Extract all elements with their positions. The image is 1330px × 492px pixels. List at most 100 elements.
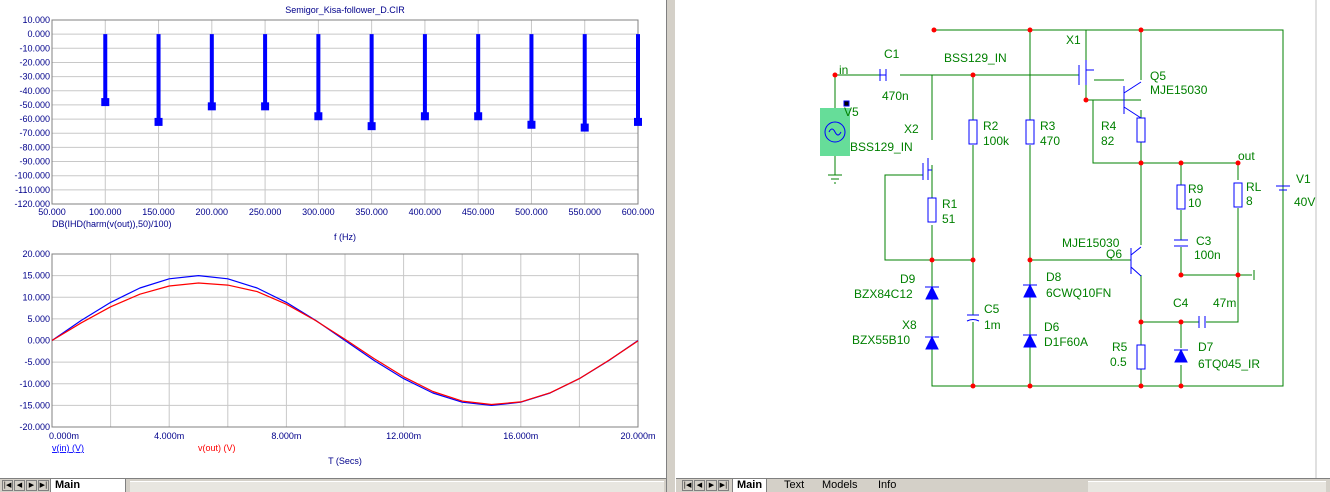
node-dot [1027, 27, 1033, 33]
node-dot [970, 383, 976, 389]
y-tick-label: -20.000 [19, 57, 50, 67]
node-dot [1083, 97, 1089, 103]
label-d9: D9 [900, 272, 916, 286]
harmonic-legend: DB(IHD(harm(v(out)),50)/100) [52, 219, 172, 229]
tab-main[interactable]: Main [732, 479, 768, 492]
next-page-button[interactable]: ▶ [706, 480, 717, 491]
tab-main[interactable]: Main [50, 479, 126, 492]
time-x-label: T (Secs) [328, 456, 362, 466]
x-tick-label: 350.000 [355, 207, 388, 217]
node-dot [1178, 272, 1184, 278]
y-tick-label: 15.000 [22, 271, 50, 281]
label-d8m: 6CWQ10FN [1046, 286, 1111, 300]
zener-d9 [925, 285, 939, 300]
x-tick-label: 8.000m [271, 431, 301, 441]
horizontal-scrollbar[interactable] [130, 481, 664, 492]
label-r3v: 470 [1040, 134, 1060, 148]
label-r5: R5 [1112, 340, 1128, 354]
x-tick-label: 500.000 [515, 207, 548, 217]
node-dot [1027, 257, 1033, 263]
y-tick-label: -70.000 [19, 128, 50, 138]
node-dot [1178, 319, 1184, 325]
label-q5: Q5 [1150, 69, 1166, 83]
harmonic-marker [474, 112, 483, 121]
harmonic-marker [367, 122, 376, 131]
harmonic-marker [154, 117, 163, 126]
label-v1v: 40V [1294, 195, 1315, 209]
right-tab-bar: |◀ ◀ ▶ ▶| Main Text Models Info [676, 478, 1330, 492]
capacitor-c5 [966, 314, 980, 322]
node-dot [832, 72, 838, 78]
y-tick-label: 20.000 [22, 249, 50, 259]
schematic-canvas[interactable]: inC1470nBSS129_INX1Q5MJE15030V5X2BSS129_… [676, 0, 1330, 478]
label-q6m: MJE15030 [1062, 236, 1120, 250]
transistor-q6 [1130, 246, 1142, 277]
x-tick-label: 200.000 [196, 207, 229, 217]
last-page-button[interactable]: ▶| [38, 480, 49, 491]
y-tick-label: -15.000 [19, 400, 50, 410]
pane-splitter[interactable] [666, 0, 676, 492]
diode-d7 [1174, 348, 1188, 363]
analysis-plots: Semigor_Kisa-follower_D.CIR 10.000 0.000 -… [14, 5, 655, 466]
x-tick-label: 600.000 [622, 207, 655, 217]
tab-info[interactable]: Info [874, 479, 900, 492]
transient-plot[interactable]: 20.000 15.000 10.000 5.000 0.000 -5.000 -10.00… [19, 249, 655, 441]
y-tick-label: 10.000 [22, 292, 50, 302]
analysis-plot-window[interactable]: Semigor_Kisa-follower_D.CIR 10.000 0.000 -… [0, 0, 666, 478]
label-d6: D6 [1044, 320, 1060, 334]
y-tick-label: -10.000 [19, 379, 50, 389]
y-tick-label: -30.000 [19, 72, 50, 82]
label-x2m: BSS129_IN [850, 140, 913, 154]
label-r1: R1 [942, 197, 958, 211]
harmonic-distortion-plot[interactable]: 10.000 0.000 -10.000 -20.000 -30.000 -40.000 -… [14, 15, 654, 217]
tab-text[interactable]: Text [780, 479, 808, 492]
harmonic-marker [580, 123, 589, 132]
next-page-button[interactable]: ▶ [26, 480, 37, 491]
horizontal-scrollbar[interactable] [1088, 481, 1326, 492]
y-tick-label: -50.000 [19, 100, 50, 110]
last-page-button[interactable]: ▶| [718, 480, 729, 491]
resistor-r4 [1136, 117, 1146, 143]
harmonic-marker [261, 102, 270, 111]
zener-x8 [925, 335, 939, 350]
label-r2: R2 [983, 119, 999, 133]
harmonic-marker [527, 120, 536, 129]
schematic-window[interactable]: in C1 470n BSS129_IN X1 Q5 MJE15030 V5 X2 BSS129_… [676, 0, 1330, 478]
label-q5m: MJE15030 [1150, 83, 1208, 97]
diode-d8 [1023, 283, 1037, 298]
node-dot [970, 257, 976, 263]
x-tick-label: 250.000 [249, 207, 282, 217]
resistor-r9 [1176, 184, 1186, 210]
label-x1m: BSS129_IN [944, 51, 1007, 65]
first-page-button[interactable]: |◀ [682, 480, 693, 491]
node-dot [929, 257, 935, 263]
prev-page-button[interactable]: ◀ [14, 480, 25, 491]
label-r9: R9 [1188, 182, 1204, 196]
label-rlv: 8 [1246, 194, 1253, 208]
y-tick-label: -60.000 [19, 114, 50, 124]
label-v1: V1 [1296, 172, 1311, 186]
first-page-button[interactable]: |◀ [2, 480, 13, 491]
node-dot [1027, 383, 1033, 389]
x-tick-label: 0.000m [49, 431, 79, 441]
y-tick-label: -40.000 [19, 86, 50, 96]
resistor-rl [1233, 182, 1243, 208]
capacitor-c1 [879, 69, 887, 81]
node-dot [1138, 27, 1144, 33]
label-v5: V5 [844, 105, 859, 119]
label-out: out [1238, 149, 1255, 163]
tab-models[interactable]: Models [818, 479, 861, 492]
prev-page-button[interactable]: ◀ [694, 480, 705, 491]
label-r5v: 0.5 [1110, 355, 1127, 369]
label-x2: X2 [904, 122, 919, 136]
y-tick-label: -20.000 [19, 422, 50, 432]
label-d8: D8 [1046, 270, 1062, 284]
y-tick-label: 5.000 [27, 314, 50, 324]
y-tick-label: -90.000 [19, 157, 50, 167]
x-tick-label: 50.000 [38, 207, 66, 217]
label-c5v: 1m [984, 318, 1001, 332]
label-c3: C3 [1196, 234, 1212, 248]
node-dot [1235, 272, 1241, 278]
capacitor-c4 [1198, 316, 1206, 328]
harmonic-x-label: f (Hz) [334, 232, 356, 242]
